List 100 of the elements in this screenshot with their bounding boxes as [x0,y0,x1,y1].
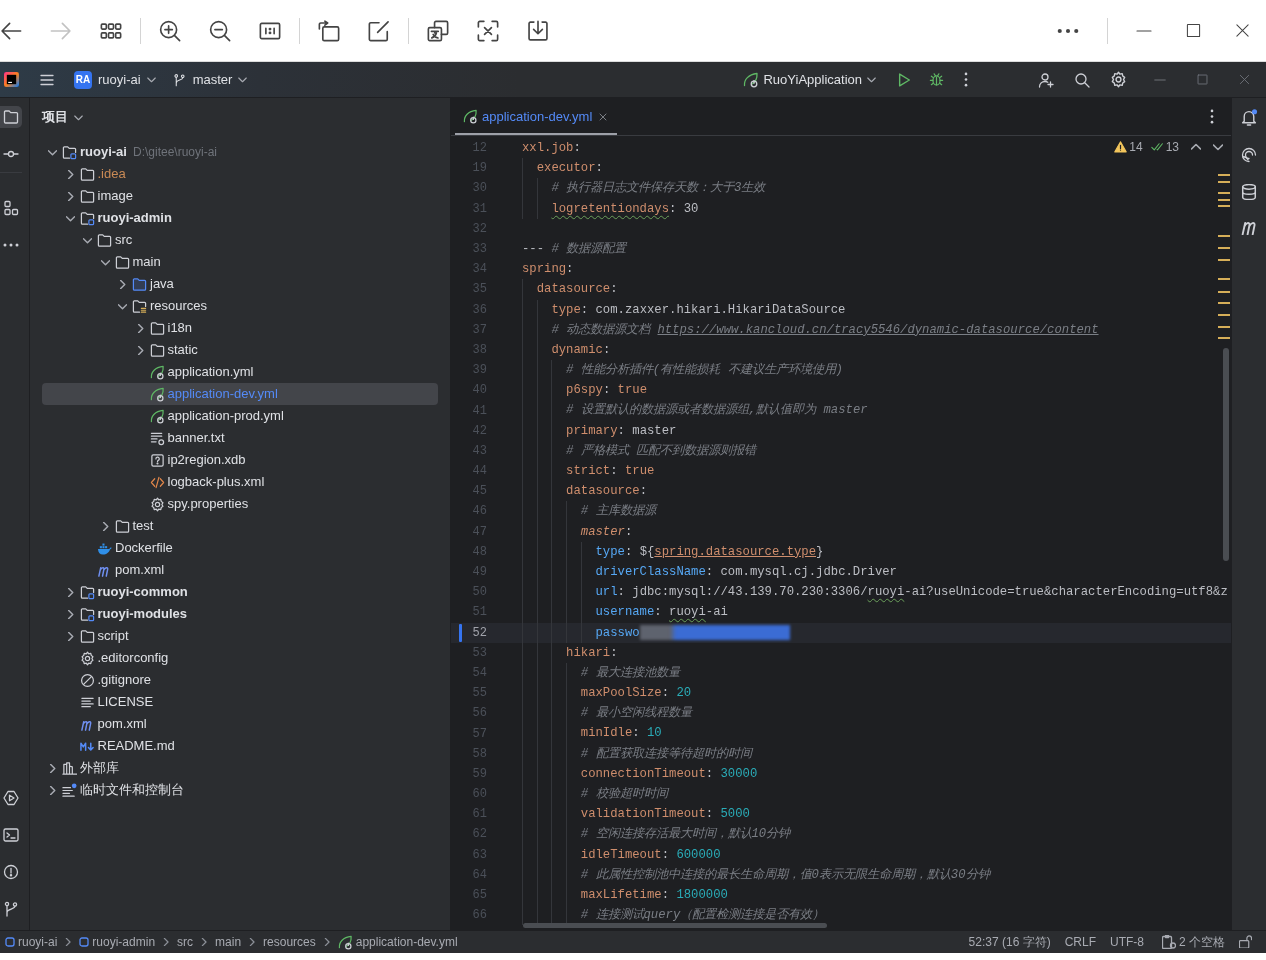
bell-icon[interactable] [1241,111,1257,126]
tree-item[interactable]: ruoyi-ai D:\gitee\ruoyi-ai [42,141,438,163]
tree-item[interactable]: java [42,273,438,295]
chevron-down-icon[interactable] [83,235,92,245]
chevron-down-icon[interactable] [1213,142,1223,153]
zoom-out-icon[interactable] [209,19,231,42]
tree-item[interactable]: resources [42,295,438,317]
scan-text-icon[interactable] [477,19,499,42]
more-icon[interactable] [964,72,968,87]
tree-item[interactable]: ruoyi-modules [42,603,438,625]
breadcrumb[interactable]: main [215,934,242,950]
indent-setting[interactable]: 2 个空格 [1162,934,1225,950]
terminal-icon[interactable] [3,827,19,843]
structure-icon[interactable] [3,200,19,216]
chevron-down-icon[interactable] [65,213,75,223]
tree-item[interactable]: Dockerfile [42,537,438,559]
chevron-down-icon[interactable] [118,301,127,311]
app-logo-icon[interactable] [4,72,19,87]
translate-icon[interactable] [427,19,449,42]
breadcrumb[interactable]: src [177,934,194,950]
tree-item[interactable]: 临时文件和控制台 [42,779,438,801]
chevron-right-icon[interactable] [100,521,110,531]
tree-item[interactable]: application.yml [42,361,438,383]
chevron-right-icon[interactable] [48,785,57,795]
chevron-right-icon[interactable] [65,631,75,641]
tree-item[interactable]: test [42,515,438,537]
tree-item[interactable]: .gitignore [42,669,438,691]
branch-dropdown[interactable]: master [172,71,248,88]
chevron-up-icon[interactable] [1191,142,1201,153]
tree-item[interactable]: script [42,625,438,647]
url-link[interactable]: https://www.kancloud.cn/tracy5546/dynamic-datasource/content [657,322,1099,337]
warnings-button[interactable]: 14 [1114,140,1143,155]
chevron-down-icon[interactable] [48,147,57,157]
tree-item[interactable]: .idea [42,163,438,185]
m-letter-icon[interactable] [1241,221,1257,235]
minimize-icon[interactable] [1136,29,1152,32]
run-icon[interactable] [898,72,911,87]
caret-icon[interactable] [74,112,83,122]
chevron-right-icon[interactable] [65,609,75,619]
breadcrumb[interactable]: resources [263,934,316,950]
breadcrumb[interactable]: ruoyi-admin [79,934,156,950]
play-hexagon-icon[interactable] [3,790,19,806]
download-icon[interactable] [527,19,549,42]
more-icon[interactable] [3,243,19,247]
tree-item[interactable]: logback-plus.xml [42,471,438,493]
chevron-right-icon[interactable] [48,763,57,773]
tree-item[interactable]: pom.xml [42,713,438,735]
file-encoding[interactable]: UTF-8 [1110,934,1144,950]
tree-item[interactable]: banner.txt [42,427,438,449]
tree-item[interactable]: spy.properties [42,493,438,515]
maximize-icon[interactable] [1186,23,1201,38]
alert-circle-icon[interactable] [3,864,19,880]
spiral-icon[interactable] [1241,147,1257,163]
add-user-icon[interactable] [1038,71,1054,88]
tree-item[interactable]: application-prod.yml [42,405,438,427]
chevron-down-icon[interactable] [100,257,110,267]
run-configuration-dropdown[interactable]: RuoYiApplication [743,71,876,88]
tree-item[interactable]: src [42,229,438,251]
database-icon[interactable] [1241,184,1257,200]
search-icon[interactable] [1074,71,1090,88]
weak-warnings-button[interactable]: 13 [1150,140,1179,155]
more-icon[interactable] [1210,109,1214,124]
rotate-icon[interactable] [318,19,340,42]
tree-item[interactable]: main [42,251,438,273]
tree-item[interactable]: .editorconfig [42,647,438,669]
edit-icon[interactable] [368,19,390,42]
scrollbar-thumb[interactable] [1223,348,1229,561]
tree-item[interactable]: README.md [42,735,438,757]
cursor-position[interactable]: 52:37 (16 字符) [968,934,1051,950]
folder-icon [79,188,95,204]
tree-item[interactable]: LICENSE [42,691,438,713]
editor-tab[interactable]: application-dev.yml [455,98,618,135]
breadcrumb[interactable]: application-dev.yml [337,934,458,950]
breadcrumb[interactable]: ruoyi-ai [5,934,58,950]
line-separator[interactable]: CRLF [1064,934,1096,950]
chevron-right-icon[interactable] [135,323,145,333]
branch-icon[interactable] [3,901,19,917]
tree-item[interactable]: ip2region.xdb [42,449,438,471]
zoom-in-icon[interactable] [159,19,181,42]
tree-item[interactable]: static [42,339,438,361]
unlock-icon[interactable] [1239,935,1252,949]
settings-icon[interactable] [1110,71,1127,88]
chevron-right-icon[interactable] [135,345,145,355]
tree-item[interactable]: ruoyi-admin [42,207,438,229]
bug-icon[interactable] [929,72,944,87]
more-icon[interactable] [1057,27,1079,34]
close-icon[interactable] [1235,23,1250,38]
tree-item[interactable]: pom.xml [42,559,438,581]
chevron-right-icon[interactable] [65,191,75,201]
project-tool-button[interactable] [0,106,22,128]
tree-item[interactable]: i18n [42,317,438,339]
project-dropdown[interactable]: RA ruoyi-ai [74,70,156,89]
tree-item[interactable]: image [42,185,438,207]
chevron-right-icon[interactable] [118,279,127,289]
close-icon[interactable] [599,112,608,121]
scrollbar-thumb[interactable] [523,923,827,928]
chevron-right-icon[interactable] [65,587,75,597]
tree-item[interactable]: ruoyi-common [42,581,438,603]
tree-item[interactable]: 外部库 [42,757,438,779]
chevron-right-icon[interactable] [65,169,75,179]
